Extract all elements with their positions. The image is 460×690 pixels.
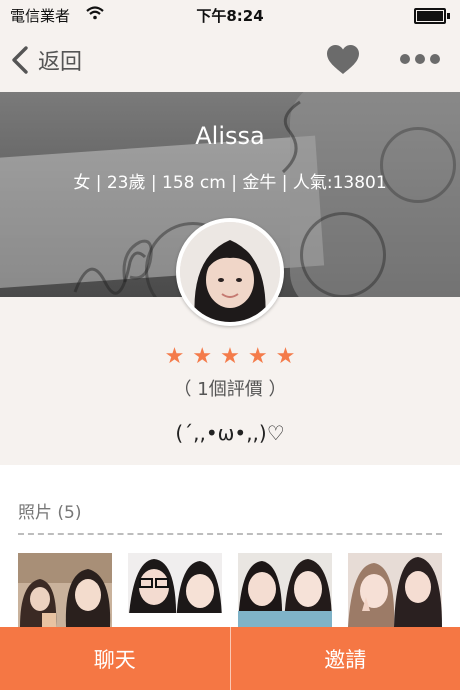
photo-image [128,553,222,627]
action-bar: 聊天 邀請 [0,627,460,690]
cover-background [300,212,386,297]
photo-image [238,553,332,627]
back-label: 返回 [38,50,83,75]
more-dot-icon [400,54,410,64]
photos-section: 照片 (5) [0,465,460,627]
star-icon: ★ [164,344,185,369]
status-time: 下午8:24 [196,7,264,25]
star-icon: ★ [275,344,296,369]
star-icon: ★ [192,344,213,369]
photo-image [18,553,112,627]
status-bar: 電信業者 下午8:24 [0,0,460,30]
invite-button[interactable]: 邀請 [231,627,460,690]
avatar-photo [180,222,280,322]
heart-icon[interactable] [326,44,360,76]
photo-thumbnail[interactable] [128,553,222,627]
chat-button[interactable]: 聊天 [0,627,230,690]
more-dot-icon [415,54,425,64]
nav-bar: 返回 [0,30,460,92]
profile-info: 女 | 23歲 | 158 cm | 金牛 | 人氣:13801 [73,173,387,193]
rating-stars: ★ ★ ★ ★ ★ [0,344,460,369]
review-count[interactable]: （ 1個評價 ） [0,375,460,401]
divider [18,533,442,535]
photo-thumbnail[interactable] [238,553,332,627]
cover-background [122,239,153,283]
photo-thumbnail[interactable] [348,553,442,627]
more-dot-icon [430,54,440,64]
photo-image [348,553,442,627]
profile-name: Alissa [195,122,265,150]
more-options-button[interactable] [400,54,440,68]
divider [229,627,231,690]
profile-bio: (´,,•ω•,,)♡ [175,421,285,445]
back-button[interactable]: 返回 [10,42,82,78]
star-icon: ★ [247,344,268,369]
chevron-left-icon [12,46,28,74]
photos-title: 照片 (5) [18,503,82,523]
avatar[interactable] [176,218,284,326]
photo-thumbnail[interactable] [18,553,112,627]
battery-icon [414,8,450,24]
star-icon: ★ [220,344,240,369]
